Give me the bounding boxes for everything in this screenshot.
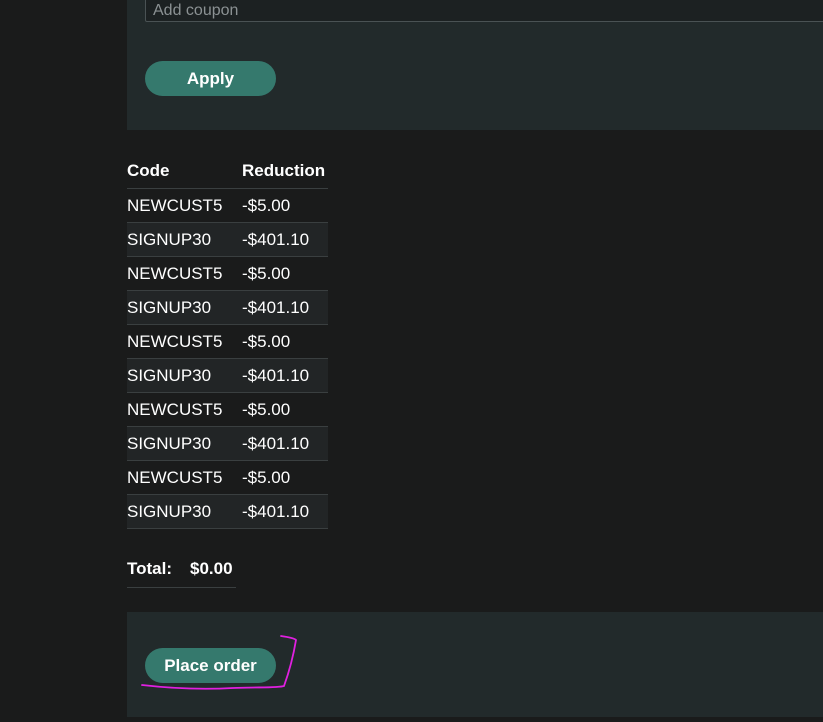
coupon-reduction-cell: -$401.10 — [242, 494, 328, 529]
table-row: NEWCUST5 -$5.00 — [127, 460, 328, 495]
coupon-code-cell: NEWCUST5 — [127, 256, 242, 291]
table-row: NEWCUST5 -$5.00 — [127, 256, 328, 291]
place-order-panel: Place order — [127, 612, 823, 717]
coupon-reduction-cell: -$5.00 — [242, 256, 328, 291]
apply-coupon-button[interactable]: Apply — [145, 61, 276, 96]
coupon-code-cell: SIGNUP30 — [127, 290, 242, 325]
table-row: SIGNUP30 -$401.10 — [127, 222, 328, 257]
column-header-code: Code — [127, 154, 242, 189]
coupon-code-cell: NEWCUST5 — [127, 460, 242, 495]
coupon-reduction-cell: -$401.10 — [242, 426, 328, 461]
applied-coupons-table: Code Reduction NEWCUST5 -$5.00 SIGNUP30 -$4… — [127, 154, 328, 529]
coupon-code-cell: SIGNUP30 — [127, 358, 242, 393]
table-row: SIGNUP30 -$401.10 — [127, 426, 328, 461]
coupon-panel: Apply — [127, 0, 823, 130]
table-row: NEWCUST5 -$5.00 — [127, 324, 328, 359]
table-row: SIGNUP30 -$401.10 — [127, 358, 328, 393]
coupon-code-cell: NEWCUST5 — [127, 188, 242, 223]
coupon-reduction-cell: -$5.00 — [242, 460, 328, 495]
coupon-code-cell: SIGNUP30 — [127, 222, 242, 257]
left-gutter — [0, 0, 127, 722]
coupon-rows: NEWCUST5 -$5.00 SIGNUP30 -$401.10 NEWCUST5 -$… — [127, 188, 328, 529]
table-row: SIGNUP30 -$401.10 — [127, 290, 328, 325]
table-row: NEWCUST5 -$5.00 — [127, 392, 328, 427]
checkout-page: Apply Code Reduction NEWCUST5-$5.00SIGNU… — [0, 0, 823, 722]
coupon-code-cell: NEWCUST5 — [127, 392, 242, 427]
coupon-code-cell: NEWCUST5 — [127, 324, 242, 359]
order-total: Total: $0.00 — [127, 559, 236, 588]
coupon-reduction-cell: -$401.10 — [242, 290, 328, 325]
table-header-row: Code Reduction — [127, 154, 328, 189]
coupon-code-cell: SIGNUP30 — [127, 426, 242, 461]
column-header-reduction: Reduction — [242, 154, 328, 189]
total-value: $0.00 — [190, 559, 233, 578]
total-label: Total: — [127, 559, 173, 578]
table-row: SIGNUP30 -$401.10 — [127, 494, 328, 529]
table-row: NEWCUST5 -$5.00 — [127, 188, 328, 223]
coupon-input[interactable] — [145, 0, 823, 22]
coupon-reduction-cell: -$401.10 — [242, 358, 328, 393]
coupon-reduction-cell: -$5.00 — [242, 392, 328, 427]
place-order-button[interactable]: Place order — [145, 648, 276, 683]
coupon-reduction-cell: -$401.10 — [242, 222, 328, 257]
coupon-reduction-cell: -$5.00 — [242, 188, 328, 223]
coupon-code-cell: SIGNUP30 — [127, 494, 242, 529]
coupon-reduction-cell: -$5.00 — [242, 324, 328, 359]
